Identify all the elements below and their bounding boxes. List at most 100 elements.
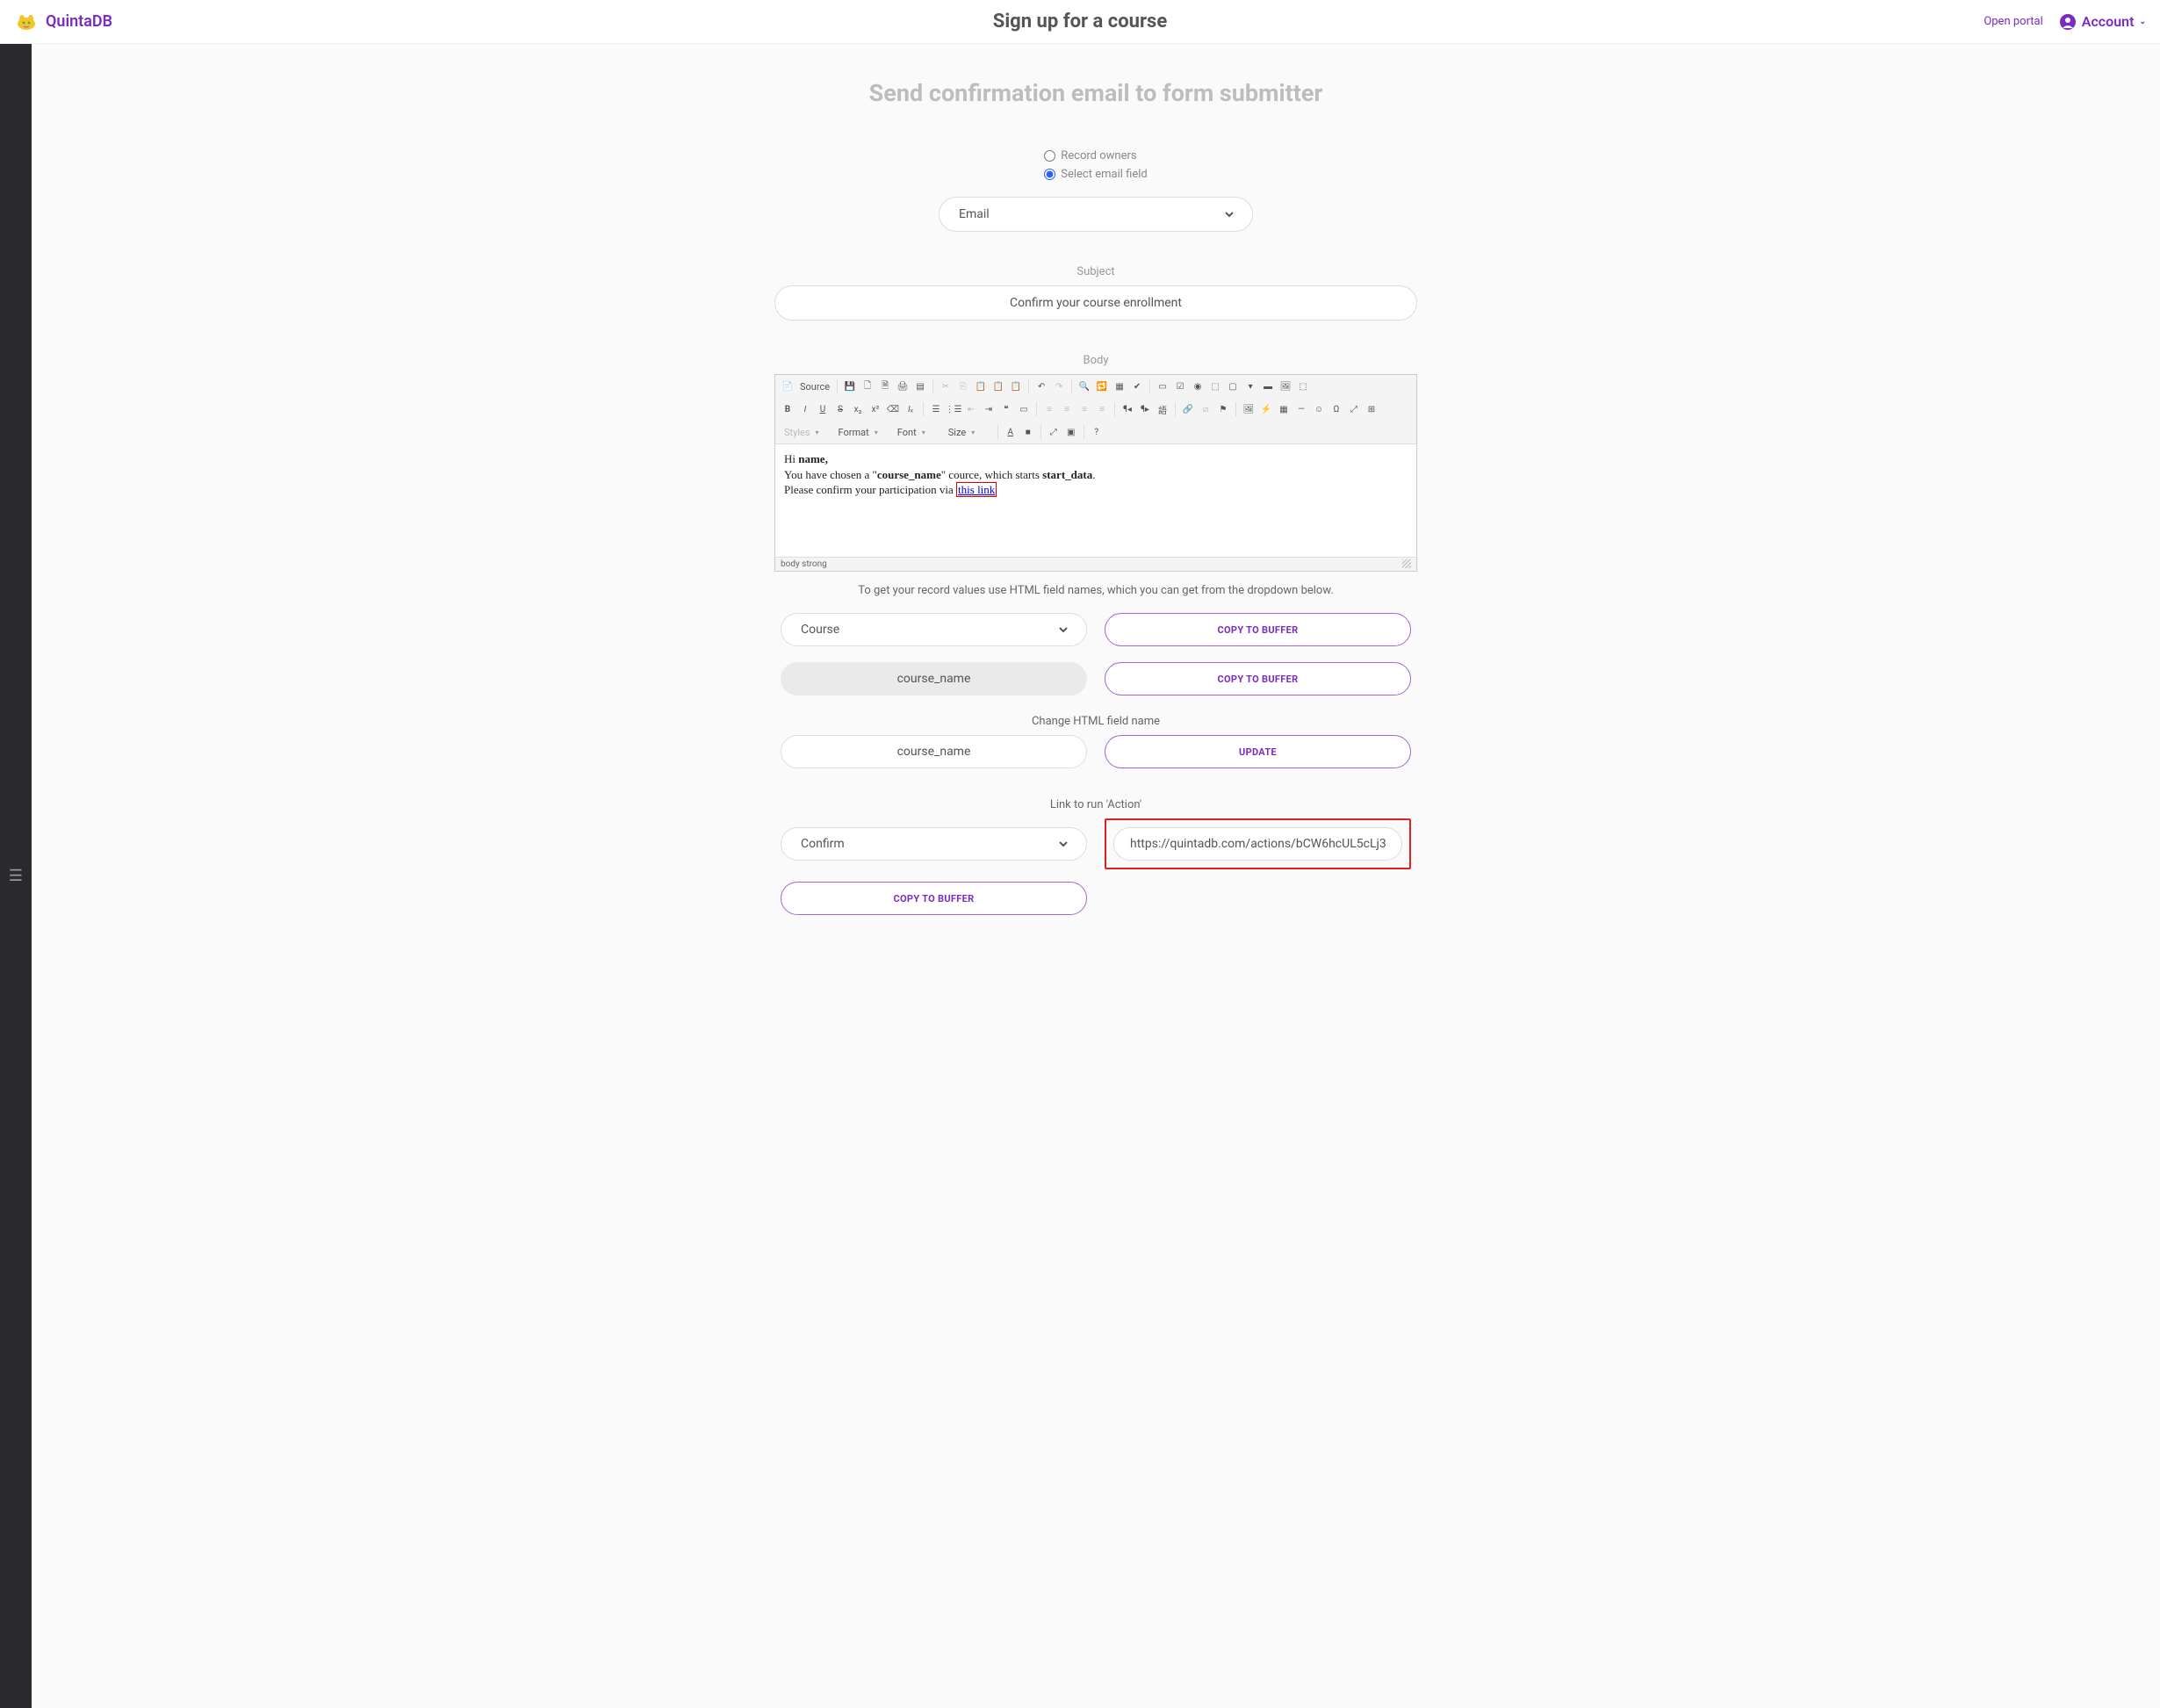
- email-field-select-wrap[interactable]: Email: [939, 197, 1253, 232]
- div-icon[interactable]: ▭: [1016, 401, 1032, 417]
- field-picker-select-wrap[interactable]: Course: [781, 613, 1087, 646]
- textfield-icon[interactable]: ⬚: [1207, 378, 1223, 394]
- rename-input[interactable]: [797, 745, 1070, 759]
- image-icon[interactable]: 🖼: [1241, 401, 1256, 417]
- radio-email-field-input[interactable]: [1044, 169, 1055, 180]
- smiley-icon[interactable]: ☺: [1311, 401, 1327, 417]
- align-right-icon[interactable]: ≡: [1076, 401, 1092, 417]
- radio-icon[interactable]: ◉: [1190, 378, 1206, 394]
- table-icon[interactable]: ▦: [1276, 401, 1292, 417]
- copy-field-name-button[interactable]: COPY TO BUFFER: [1105, 662, 1411, 695]
- templates-icon[interactable]: ▤: [912, 378, 928, 394]
- about-icon[interactable]: ?: [1089, 424, 1105, 440]
- flash-icon[interactable]: ⚡: [1258, 401, 1274, 417]
- radio-record-owners[interactable]: Record owners: [1044, 149, 1147, 162]
- select-all-icon[interactable]: ▦: [1112, 378, 1127, 394]
- language-icon[interactable]: 語: [1155, 401, 1170, 417]
- radio-email-field[interactable]: Select email field: [1044, 168, 1147, 181]
- subject-input-wrap[interactable]: [774, 285, 1417, 321]
- preview-icon[interactable]: 🗎: [877, 378, 893, 394]
- field-picker-select[interactable]: Course: [797, 622, 1070, 638]
- page-title: Sign up for a course: [993, 11, 1167, 32]
- subject-label: Subject: [1076, 265, 1114, 278]
- action-url-input[interactable]: [1130, 837, 1386, 851]
- text-color-icon[interactable]: A: [1003, 424, 1019, 440]
- show-blocks-icon[interactable]: ▣: [1063, 424, 1079, 440]
- cut-icon[interactable]: ✂: [938, 378, 954, 394]
- indent-icon[interactable]: ⇥: [981, 401, 997, 417]
- iframe-icon[interactable]: ⊞: [1364, 401, 1379, 417]
- undo-icon[interactable]: ↶: [1033, 378, 1049, 394]
- select-icon[interactable]: ▾: [1242, 378, 1258, 394]
- redo-icon[interactable]: ↷: [1051, 378, 1067, 394]
- align-left-icon[interactable]: ≡: [1041, 401, 1057, 417]
- editor-body[interactable]: Hi name, You have chosen a "course_name"…: [775, 444, 1416, 557]
- hr-icon[interactable]: —: [1293, 401, 1309, 417]
- remove-format-icon[interactable]: ⌫: [885, 401, 901, 417]
- format-dropdown[interactable]: Format: [833, 425, 885, 440]
- font-dropdown[interactable]: Font: [892, 425, 936, 440]
- superscript-icon[interactable]: x²: [868, 401, 883, 417]
- replace-icon[interactable]: 🔁: [1094, 378, 1110, 394]
- align-justify-icon[interactable]: ≡: [1094, 401, 1110, 417]
- numbered-list-icon[interactable]: ☰: [928, 401, 944, 417]
- size-dropdown[interactable]: Size: [943, 425, 987, 440]
- page-break-icon[interactable]: ⤢: [1346, 401, 1362, 417]
- paste-icon[interactable]: 📋: [973, 378, 989, 394]
- textarea-icon[interactable]: ▢: [1225, 378, 1241, 394]
- save-icon[interactable]: 💾: [842, 378, 858, 394]
- action-url-highlight: [1105, 818, 1411, 869]
- update-button[interactable]: UPDATE: [1105, 735, 1411, 768]
- ltr-icon[interactable]: ¶◂: [1120, 401, 1135, 417]
- open-portal-link[interactable]: Open portal: [1984, 15, 2042, 28]
- rtl-icon[interactable]: ¶▸: [1137, 401, 1153, 417]
- editor-toolbar: 📄 Source 💾 🗋 🗎 🖨 ▤ ✂ ⎘ 📋 📋 📋: [775, 375, 1416, 444]
- print-icon[interactable]: 🖨: [895, 378, 911, 394]
- spellcheck-icon[interactable]: ✔: [1129, 378, 1145, 394]
- button-icon[interactable]: ▬: [1260, 378, 1276, 394]
- find-icon[interactable]: 🔍: [1076, 378, 1092, 394]
- subscript-icon[interactable]: x₂: [850, 401, 866, 417]
- form-icon[interactable]: ▭: [1155, 378, 1170, 394]
- body-this-link[interactable]: this link: [956, 482, 997, 497]
- action-url-wrap[interactable]: [1113, 827, 1402, 861]
- action-select-wrap[interactable]: Confirm: [781, 827, 1087, 861]
- link-icon[interactable]: 🔗: [1180, 401, 1196, 417]
- new-page-icon[interactable]: 🗋: [860, 378, 875, 394]
- radio-record-owners-input[interactable]: [1044, 150, 1055, 162]
- action-select[interactable]: Confirm: [797, 836, 1070, 852]
- account-menu[interactable]: Account ⌄: [2059, 13, 2146, 31]
- field-picker-row: Course COPY TO BUFFER: [781, 613, 1411, 646]
- paste-word-icon[interactable]: 📋: [1008, 378, 1024, 394]
- subject-input[interactable]: [791, 296, 1400, 310]
- email-field-select[interactable]: Email: [955, 206, 1236, 222]
- rename-input-wrap[interactable]: [781, 735, 1087, 768]
- maximize-icon[interactable]: ⤢: [1046, 424, 1062, 440]
- image-button-icon[interactable]: 🖼: [1278, 378, 1293, 394]
- special-char-icon[interactable]: Ω: [1328, 401, 1344, 417]
- brand-name[interactable]: QuintaDB: [46, 12, 112, 31]
- italic-icon[interactable]: I: [797, 401, 813, 417]
- styles-dropdown[interactable]: Styles: [779, 425, 826, 440]
- bg-color-icon[interactable]: ■: [1020, 424, 1036, 440]
- strike-icon[interactable]: S: [832, 401, 848, 417]
- source-icon[interactable]: 📄: [780, 378, 796, 394]
- resize-handle[interactable]: [1402, 559, 1411, 568]
- bullet-list-icon[interactable]: ⋮☰: [946, 401, 961, 417]
- outdent-icon[interactable]: ⇤: [963, 401, 979, 417]
- hamburger-icon[interactable]: ☰: [9, 867, 23, 885]
- paste-text-icon[interactable]: 📋: [990, 378, 1006, 394]
- checkbox-icon[interactable]: ☑: [1172, 378, 1188, 394]
- blockquote-icon[interactable]: ❝: [998, 401, 1014, 417]
- copy-icon[interactable]: ⎘: [955, 378, 971, 394]
- underline-icon[interactable]: U: [815, 401, 831, 417]
- source-button[interactable]: Source: [796, 379, 833, 394]
- copy-field-button[interactable]: COPY TO BUFFER: [1105, 613, 1411, 646]
- anchor-icon[interactable]: ⚑: [1215, 401, 1231, 417]
- copy-action-url-button[interactable]: COPY TO BUFFER: [781, 882, 1087, 915]
- bold-icon[interactable]: B: [780, 401, 796, 417]
- unlink-icon[interactable]: ⧄: [1198, 401, 1213, 417]
- copy-format-icon[interactable]: Iₓ: [903, 401, 918, 417]
- hidden-field-icon[interactable]: ⬚: [1295, 378, 1311, 394]
- align-center-icon[interactable]: ≡: [1059, 401, 1075, 417]
